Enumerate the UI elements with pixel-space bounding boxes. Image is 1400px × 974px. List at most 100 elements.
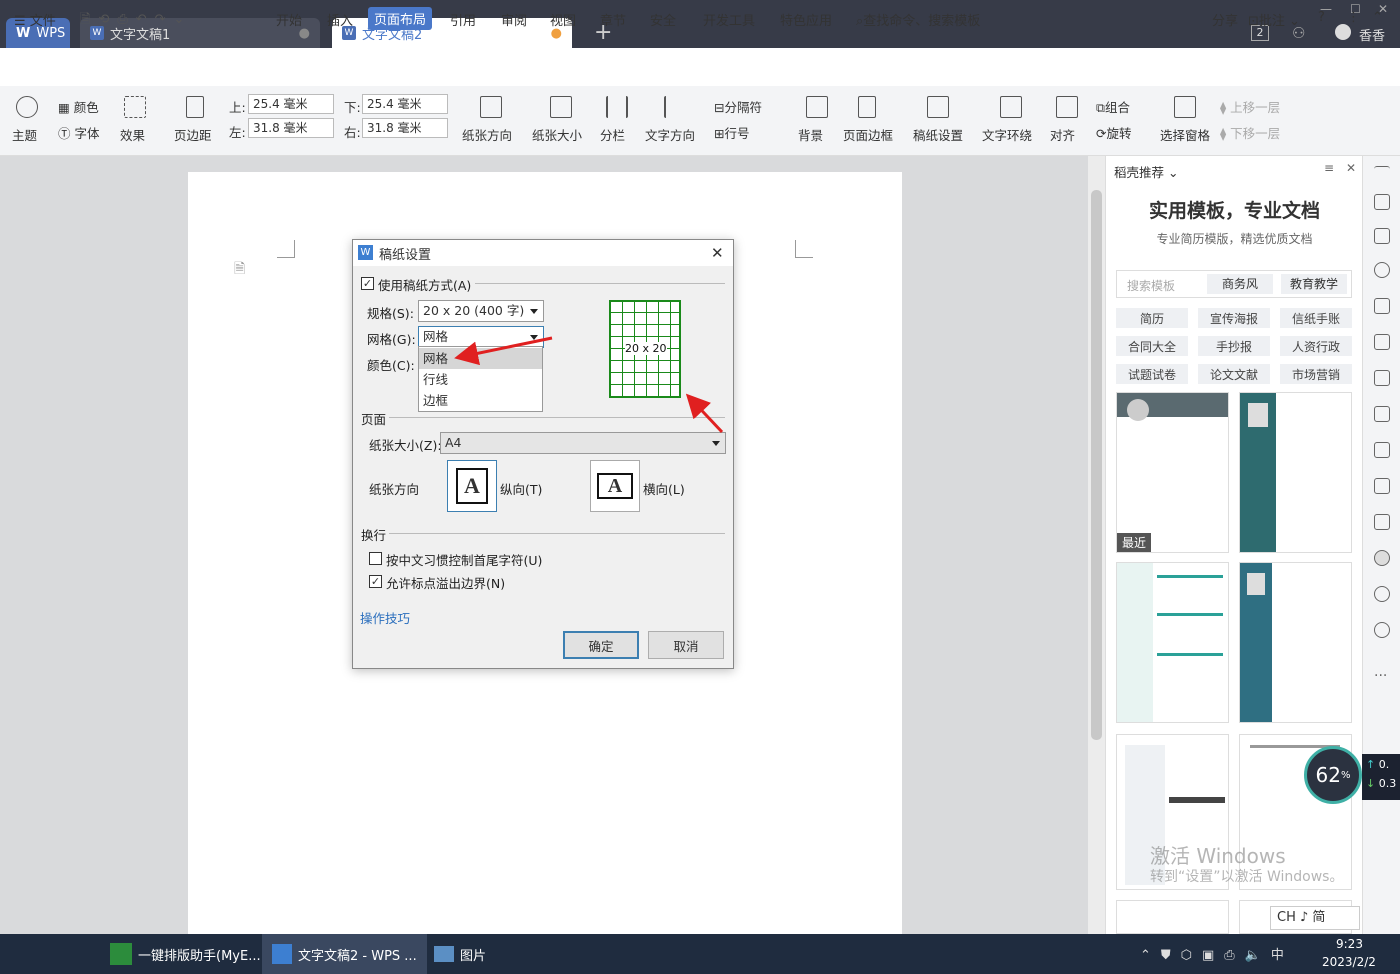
- dropdown-item-border[interactable]: 边框: [419, 390, 542, 411]
- tag-handwritten[interactable]: 手抄报: [1198, 336, 1270, 356]
- command-search[interactable]: ⌕查找命令、搜索模板: [856, 10, 980, 29]
- panel-close-icon[interactable]: ✕: [1346, 161, 1356, 175]
- comment-button[interactable]: ⊡批注 ⌄: [1248, 10, 1300, 29]
- help-icon[interactable]: ?: [1318, 10, 1325, 25]
- paper-size-select[interactable]: A4: [440, 432, 726, 454]
- menu-dev-tools[interactable]: 开发工具: [703, 10, 755, 29]
- tag-poster[interactable]: 宣传海报: [1198, 308, 1270, 328]
- menu-start[interactable]: 开始: [276, 10, 302, 29]
- menu-insert[interactable]: 插入: [327, 10, 353, 29]
- panel-menu-icon[interactable]: ≡: [1324, 161, 1334, 175]
- more-dots-icon[interactable]: ···: [1374, 668, 1387, 684]
- landscape-option[interactable]: A: [590, 460, 640, 512]
- tips-link[interactable]: 操作技巧: [360, 608, 410, 627]
- grid-select[interactable]: 网格: [418, 326, 544, 348]
- panel-header[interactable]: 稻壳推荐 ⌄: [1114, 162, 1178, 181]
- clock-date[interactable]: 2023/2/2: [1322, 955, 1376, 969]
- paper-size-button[interactable]: 纸张大小: [532, 125, 582, 144]
- template-search-box[interactable]: 搜索模板 商务风 教育教学: [1116, 270, 1352, 298]
- tag-hr[interactable]: 人资行政: [1280, 336, 1352, 356]
- line-number-button[interactable]: ⊞行号: [714, 123, 750, 142]
- table-icon[interactable]: [1374, 334, 1390, 350]
- template-thumbnail[interactable]: [1116, 900, 1229, 934]
- menu-reference[interactable]: 引用: [450, 10, 476, 29]
- tag-education[interactable]: 教育教学: [1281, 274, 1347, 294]
- scroll-thumb[interactable]: [1091, 190, 1102, 740]
- template-icon[interactable]: [1374, 550, 1390, 566]
- menu-view[interactable]: 视图: [550, 10, 576, 29]
- text-wrap-button[interactable]: 文字环绕: [982, 125, 1032, 144]
- use-grid-checkbox[interactable]: ✓: [361, 277, 374, 290]
- selection-pane-button[interactable]: 选择窗格: [1160, 125, 1210, 144]
- taskbar-item-myeditor[interactable]: 一键排版助手(MyE...: [100, 934, 271, 974]
- group-button[interactable]: ⧉组合: [1096, 97, 1130, 116]
- chinese-rule-checkbox[interactable]: [369, 552, 382, 565]
- taskbar-item-wps[interactable]: 文字文稿2 - WPS ...: [262, 934, 427, 974]
- bottom-margin-input[interactable]: 25.4 毫米: [362, 94, 448, 114]
- grid-paper-button[interactable]: 稿纸设置: [913, 125, 963, 144]
- send-backward-button[interactable]: ⧫ 下移一层: [1220, 123, 1280, 142]
- landscape-label[interactable]: 横向(L): [643, 479, 685, 498]
- quick-access-toolbar[interactable]: 🗎⟲⎙↶↷⌄: [80, 10, 192, 32]
- align-button[interactable]: 对齐: [1050, 125, 1075, 144]
- theme-button[interactable]: 主题: [12, 125, 37, 144]
- pen-icon[interactable]: [1374, 194, 1390, 210]
- orientation-button[interactable]: 纸张方向: [462, 125, 512, 144]
- template-thumbnail[interactable]: [1239, 562, 1352, 723]
- page-border-button[interactable]: 页面边框: [843, 125, 893, 144]
- spec-select[interactable]: 20 x 20 (400 字): [418, 300, 544, 322]
- template-thumbnail[interactable]: [1239, 392, 1352, 553]
- settings-icon[interactable]: [1374, 370, 1390, 386]
- dropdown-item-grid[interactable]: 网格: [419, 348, 542, 369]
- ok-button[interactable]: 确定: [563, 631, 639, 659]
- bring-forward-button[interactable]: ⧫ 上移一层: [1220, 97, 1280, 116]
- tag-resume[interactable]: 简历: [1116, 308, 1188, 328]
- performance-gauge[interactable]: 62%: [1304, 746, 1362, 804]
- image-replace-icon[interactable]: [1374, 406, 1390, 422]
- avatar[interactable]: [1335, 24, 1351, 40]
- text-direction-button[interactable]: 文字方向: [645, 125, 695, 144]
- translate-icon[interactable]: [1374, 442, 1390, 458]
- columns-button[interactable]: 分栏: [600, 125, 625, 144]
- more-icon[interactable]: ⋮: [1347, 10, 1360, 25]
- menu-special[interactable]: 特色应用: [780, 10, 832, 29]
- system-tray-icons[interactable]: ⌃⛊⬡▣⎙🔈中: [1140, 944, 1294, 963]
- punctuation-overflow-checkbox[interactable]: ✓: [369, 575, 382, 588]
- dialog-close-icon[interactable]: ✕: [711, 244, 724, 262]
- menu-security[interactable]: 安全: [650, 10, 676, 29]
- effects-button[interactable]: 效果: [120, 125, 145, 144]
- template-thumbnail[interactable]: 最近: [1116, 392, 1229, 553]
- tag-marketing[interactable]: 市场营销: [1280, 364, 1352, 384]
- share-button[interactable]: 分享: [1212, 10, 1238, 29]
- sidebar-menu-icon[interactable]: [1374, 166, 1390, 182]
- portrait-label[interactable]: 纵向(T): [500, 479, 542, 498]
- cancel-button[interactable]: 取消: [648, 631, 724, 659]
- tag-exam[interactable]: 试题试卷: [1116, 364, 1188, 384]
- margin-button[interactable]: 页边距: [174, 125, 212, 144]
- ime-indicator[interactable]: CH ♪ 简: [1270, 906, 1360, 930]
- menu-page-layout[interactable]: 页面布局: [368, 7, 433, 30]
- file-menu[interactable]: ☰ 文件: [14, 10, 56, 29]
- tag-letter[interactable]: 信纸手账: [1280, 308, 1352, 328]
- collapse-ribbon-icon[interactable]: ⌃: [1372, 10, 1383, 25]
- tag-thesis[interactable]: 论文文献: [1198, 364, 1270, 384]
- background-button[interactable]: 背景: [798, 125, 823, 144]
- template-thumbnail[interactable]: [1116, 562, 1229, 723]
- font-button[interactable]: Ⓣ 字体: [58, 123, 100, 142]
- user-name[interactable]: 香香: [1359, 25, 1385, 44]
- tag-contract[interactable]: 合同大全: [1116, 336, 1188, 356]
- rotate-button[interactable]: ⟳旋转: [1096, 123, 1132, 142]
- template-search-input[interactable]: 搜索模板: [1127, 277, 1175, 294]
- help-circle-icon[interactable]: [1374, 622, 1390, 638]
- left-margin-input[interactable]: 31.8 毫米: [248, 118, 334, 138]
- backup-icon[interactable]: [1374, 478, 1390, 494]
- cursor-icon[interactable]: [1374, 228, 1390, 244]
- style-icon[interactable]: [1374, 298, 1390, 314]
- portrait-option[interactable]: A: [447, 460, 497, 512]
- right-margin-input[interactable]: 31.8 毫米: [362, 118, 448, 138]
- menu-chapter[interactable]: 章节: [600, 10, 626, 29]
- paragraph-icon[interactable]: 🗎: [234, 258, 245, 282]
- menu-review[interactable]: 审阅: [501, 10, 527, 29]
- color-button[interactable]: ▦ 颜色: [58, 97, 99, 116]
- history-icon[interactable]: [1374, 586, 1390, 602]
